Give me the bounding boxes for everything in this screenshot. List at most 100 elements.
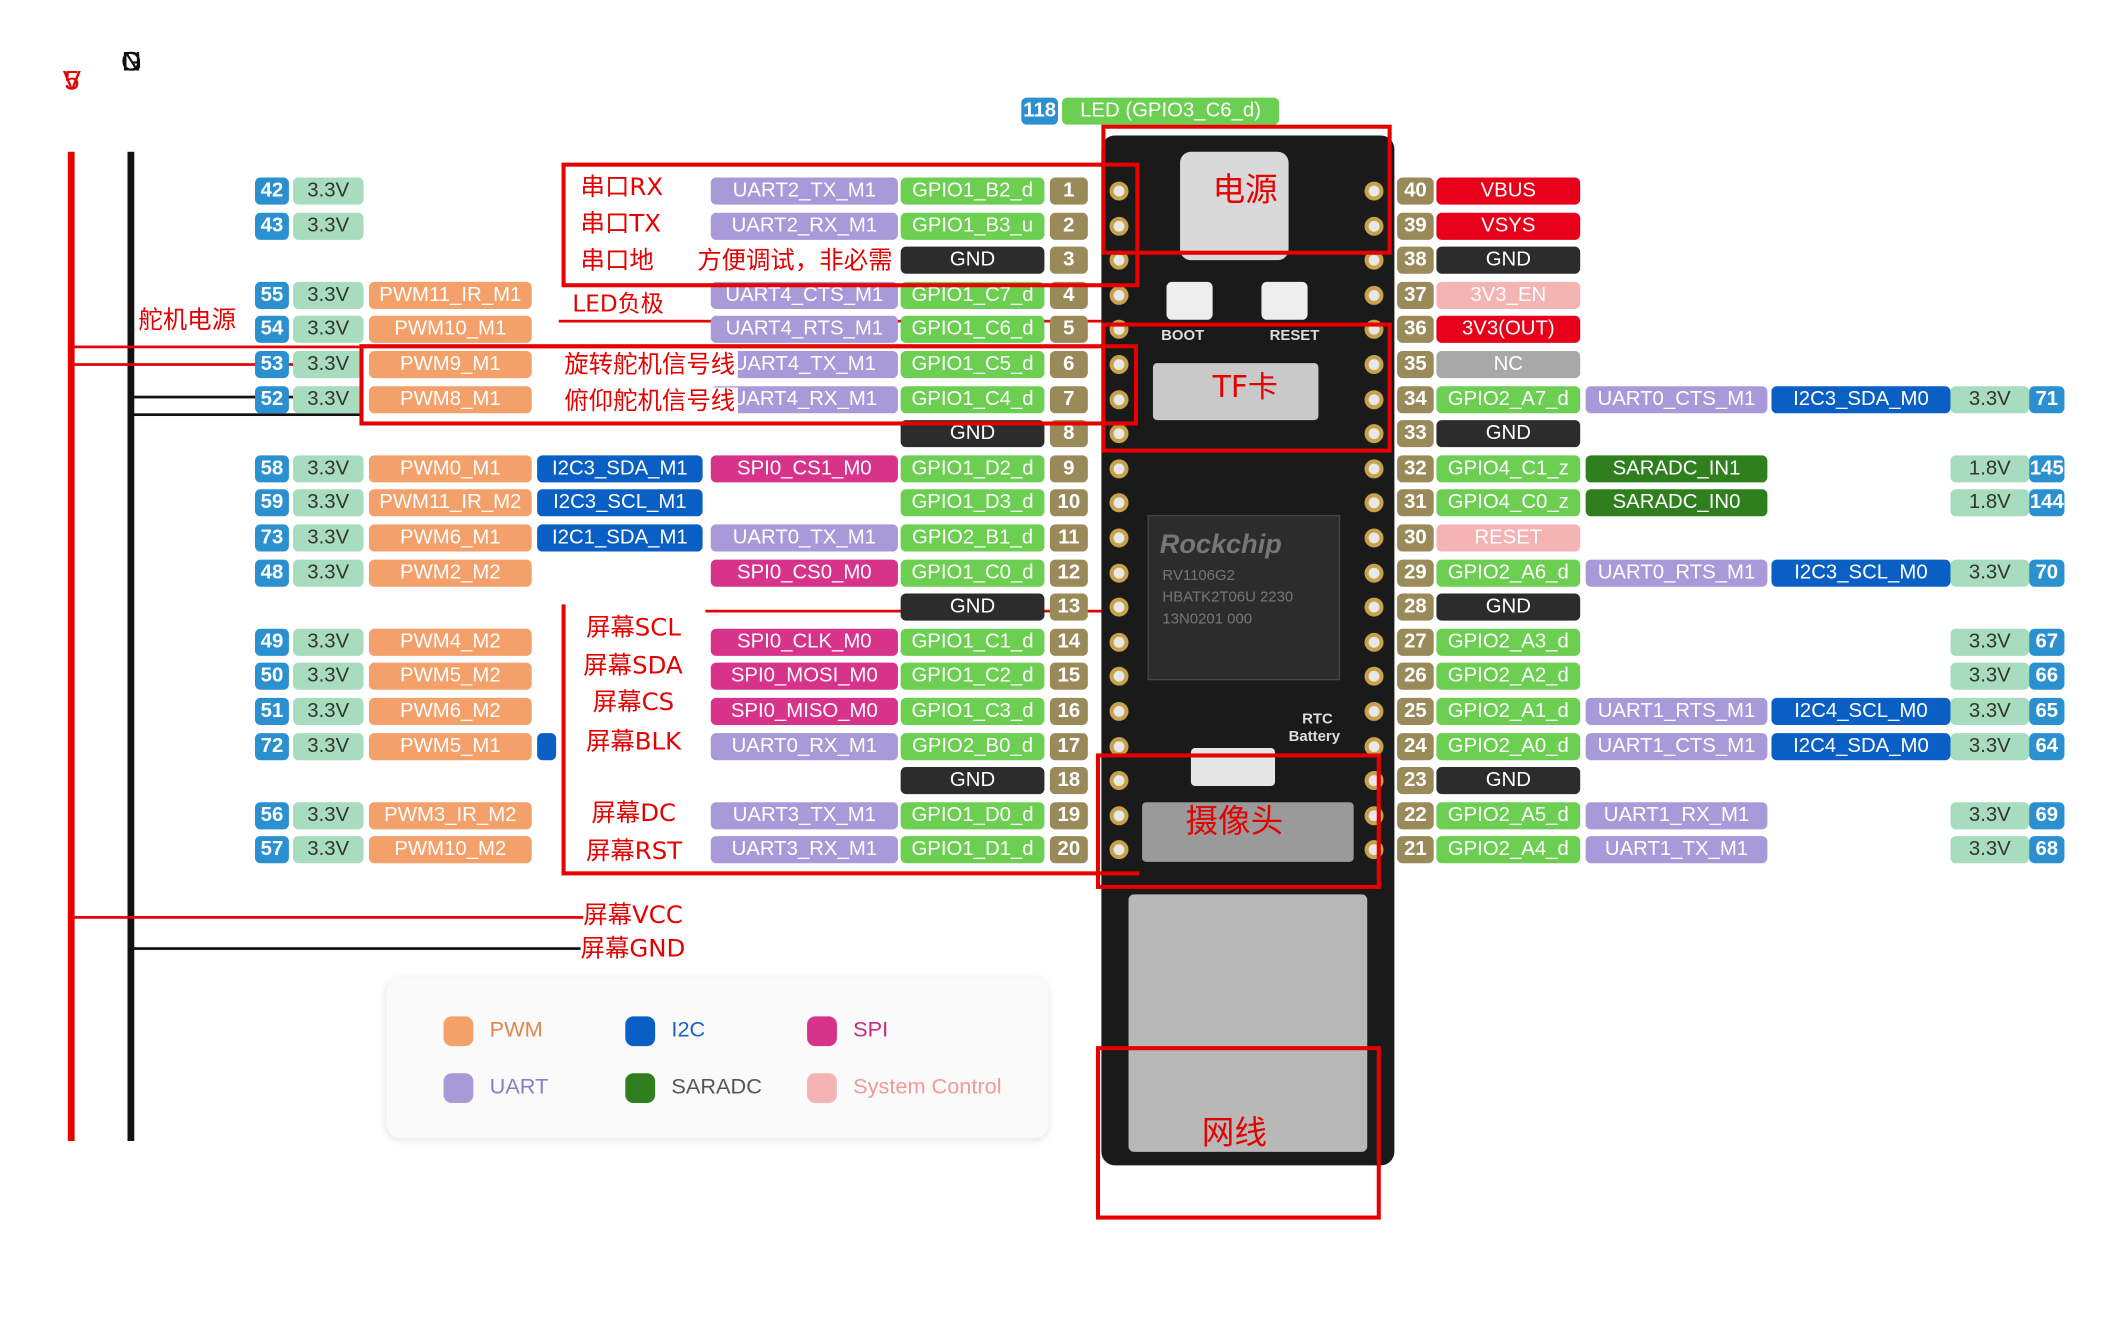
left-pin-func-power: 3.3V bbox=[292, 281, 364, 309]
right-pin-func-uart: UART1_RTS_M1 bbox=[1585, 697, 1768, 725]
header-hole bbox=[1364, 528, 1384, 548]
left-pin-func-spi: SPI0_CS0_M0 bbox=[710, 559, 898, 587]
left-pin-func-power: 3.3V bbox=[292, 628, 364, 656]
right-pin-number: 25 bbox=[1397, 697, 1434, 725]
right-pin-func-power: 1.8V bbox=[1950, 489, 2030, 517]
left-pin-number: 11 bbox=[1049, 524, 1088, 552]
right-pin-number: 37 bbox=[1397, 281, 1434, 309]
chip-brand: Rockchip bbox=[1159, 529, 1282, 560]
legend-label: UART bbox=[489, 1075, 549, 1099]
right-pin-label: GPIO2_A3_d bbox=[1436, 628, 1581, 656]
color-legend: PWM I2C SPI UART SARADC System Control bbox=[386, 978, 1049, 1139]
right-pin-func-saradc: SARADC_IN1 bbox=[1585, 455, 1768, 483]
right-pin-func-power: 1.8V bbox=[1950, 455, 2030, 483]
left-pin-func-pwm: PWM0_M1 bbox=[368, 455, 532, 483]
right-pin-id: 66 bbox=[2029, 663, 2065, 691]
left-pin-id: 52 bbox=[255, 385, 289, 413]
led-pin-number: 118 bbox=[1021, 97, 1058, 125]
left-pin-id: 73 bbox=[255, 524, 289, 552]
legend-label: SPI bbox=[853, 1019, 889, 1043]
left-pin-id: 55 bbox=[255, 281, 289, 309]
right-pin-number: 22 bbox=[1397, 801, 1434, 830]
left-pin-id: 49 bbox=[255, 628, 289, 656]
right-pin-id: 68 bbox=[2029, 836, 2065, 864]
legend-swatch bbox=[443, 1016, 474, 1047]
right-pin-func-i2c: I2C4_SDA_M0 bbox=[1771, 732, 1951, 760]
left-pin-gpio: GPIO1_D2_d bbox=[900, 455, 1045, 483]
right-pin-label: GND bbox=[1436, 767, 1581, 795]
annot-screen-vcc: 屏幕VCC bbox=[583, 901, 683, 931]
annot-debug-note: 方便调试，非必需 bbox=[697, 246, 893, 276]
right-pin-number: 40 bbox=[1397, 177, 1434, 205]
right-pin-label: GPIO2_A5_d bbox=[1436, 801, 1581, 830]
right-pin-label: 3V3(OUT) bbox=[1436, 316, 1581, 344]
left-pin-id: 54 bbox=[255, 316, 289, 344]
right-pin-func-power: 3.3V bbox=[1950, 697, 2030, 725]
left-pin-func-pwm: PWM6_M2 bbox=[368, 697, 532, 725]
left-pin-func-uart: UART4_RTS_M1 bbox=[710, 316, 898, 344]
annot-screen-dc: 屏幕DC bbox=[591, 799, 677, 828]
left-pin-func-power: 3.3V bbox=[292, 559, 364, 587]
v5-rail bbox=[67, 151, 75, 1141]
left-pin-func-power: 3.3V bbox=[292, 316, 364, 344]
right-pin-label: GPIO2_A7_d bbox=[1436, 385, 1581, 413]
right-pin-number: 31 bbox=[1397, 489, 1434, 517]
screen-gnd-wire bbox=[130, 947, 589, 950]
right-pin-number: 27 bbox=[1397, 628, 1434, 656]
right-pin-func-uart: UART1_CTS_M1 bbox=[1585, 732, 1768, 760]
left-pin-func-spi: SPI0_CS1_M0 bbox=[710, 455, 898, 483]
header-hole bbox=[1364, 459, 1384, 479]
right-pin-number: 28 bbox=[1397, 593, 1434, 621]
left-pin-id: 42 bbox=[255, 177, 289, 205]
reset-button[interactable] bbox=[1261, 281, 1308, 320]
annot-uart-tx: 串口TX bbox=[580, 210, 662, 239]
annot-servo-power: 舵机电源 bbox=[138, 306, 237, 335]
left-pin-func-power: 3.3V bbox=[292, 385, 364, 413]
battery-label: Battery bbox=[1288, 729, 1340, 746]
right-pin-id: 70 bbox=[2029, 559, 2065, 587]
annot-led-neg: LED负极 bbox=[572, 291, 664, 319]
right-pin-number: 34 bbox=[1397, 385, 1434, 413]
header-hole bbox=[1109, 563, 1129, 583]
left-pin-func-power: 3.3V bbox=[292, 455, 364, 483]
right-pin-label: GPIO4_C1_z bbox=[1436, 455, 1581, 483]
left-pin-func-power: 3.3V bbox=[292, 489, 364, 517]
legend-swatch bbox=[443, 1073, 474, 1104]
legend-label: PWM bbox=[489, 1019, 543, 1043]
left-pin-func-power: 3.3V bbox=[292, 697, 364, 725]
left-pin-func-power: 3.3V bbox=[292, 524, 364, 552]
legend-label: I2C bbox=[671, 1019, 706, 1043]
annot-screen-cs: 屏幕CS bbox=[592, 688, 675, 717]
legend-swatch bbox=[625, 1073, 656, 1104]
annot-rotate-servo: 旋转舵机信号线 bbox=[561, 350, 738, 381]
annot-uart-rx: 串口RX bbox=[580, 173, 664, 202]
left-pin-number: 12 bbox=[1049, 559, 1088, 587]
right-pin-func-power: 3.3V bbox=[1950, 732, 2030, 760]
right-pin-number: 24 bbox=[1397, 732, 1434, 760]
gnd-char-2: D bbox=[121, 47, 142, 78]
annot-screen-sda: 屏幕SDA bbox=[583, 651, 683, 681]
right-pin-number: 26 bbox=[1397, 663, 1434, 691]
left-pin-func-pwm: PWM3_IR_M2 bbox=[368, 801, 532, 830]
right-pin-func-uart: UART0_RTS_M1 bbox=[1585, 559, 1768, 587]
annot-screen-rst: 屏幕RST bbox=[585, 837, 683, 866]
left-pin-func-power: 3.3V bbox=[292, 350, 364, 379]
right-pin-func-power: 3.3V bbox=[1950, 836, 2030, 864]
right-pin-func-power: 3.3V bbox=[1950, 628, 2030, 656]
left-pin-func-power: 3.3V bbox=[292, 836, 364, 864]
right-pin-id: 65 bbox=[2029, 697, 2065, 725]
left-pin-id: 72 bbox=[255, 732, 289, 760]
led-pin-label: LED (GPIO3_C6_d) bbox=[1062, 97, 1280, 125]
boot-button[interactable] bbox=[1166, 281, 1213, 320]
legend-swatch bbox=[807, 1073, 837, 1104]
header-hole bbox=[1364, 701, 1384, 721]
right-pin-number: 39 bbox=[1397, 212, 1434, 240]
right-pin-label: NC bbox=[1436, 350, 1581, 379]
right-pin-number: 33 bbox=[1397, 420, 1434, 448]
right-pin-number: 38 bbox=[1397, 246, 1434, 274]
right-pin-label: GND bbox=[1436, 246, 1581, 274]
annot-screen-scl: 屏幕SCL bbox=[585, 613, 681, 643]
right-pin-label: GPIO2_A6_d bbox=[1436, 559, 1581, 587]
left-pin-id: 59 bbox=[255, 489, 289, 517]
right-pin-label: GPIO4_C0_z bbox=[1436, 489, 1581, 517]
